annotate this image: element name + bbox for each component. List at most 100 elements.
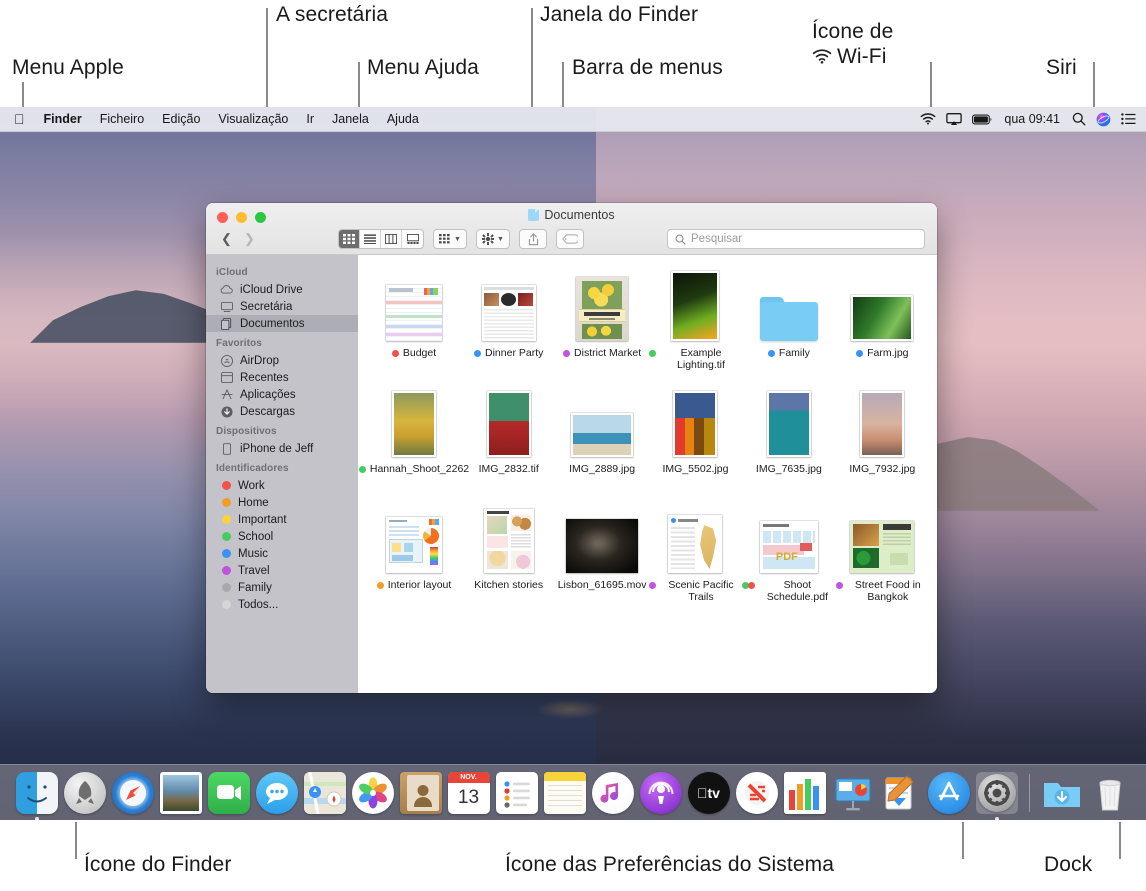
sidebar-tag-family[interactable]: Family xyxy=(206,579,358,596)
dock-item-reminders[interactable] xyxy=(496,772,538,814)
sidebar-tag-music[interactable]: Music xyxy=(206,545,358,562)
file-tag-dot xyxy=(563,350,570,357)
dock-item-trash[interactable] xyxy=(1089,772,1131,814)
file-item-scenic-pacific-trails[interactable]: Scenic Pacific Trails xyxy=(649,499,742,609)
menu-item-finder[interactable]: Finder xyxy=(35,107,91,132)
file-item-street-food-bangkok[interactable]: Street Food in Bangkok xyxy=(836,499,929,609)
finder-sidebar[interactable]: iCloud iCloud Drive Secretária xyxy=(206,255,358,693)
dock-item-appstore[interactable] xyxy=(928,772,970,814)
dock-item-facetime[interactable] xyxy=(208,772,250,814)
file-item-kitchen-stories[interactable]: Kitchen stories xyxy=(462,499,555,609)
menu-item-ir[interactable]: Ir xyxy=(297,107,323,132)
icon-view-icon[interactable] xyxy=(339,230,360,248)
menu-item-visualizacao[interactable]: Visualização xyxy=(209,107,297,132)
siri-icon[interactable] xyxy=(1096,112,1111,127)
file-name: Kitchen stories xyxy=(474,579,543,591)
tags-button[interactable] xyxy=(556,229,584,249)
sidebar-tag-travel[interactable]: Travel xyxy=(206,562,358,579)
apple-logo-icon[interactable]:  xyxy=(8,107,35,132)
file-item-farm-jpg[interactable]: Farm.jpg xyxy=(836,267,929,377)
file-item-img-5502[interactable]: IMG_5502.jpg xyxy=(649,383,742,493)
file-label: Scenic Pacific Trails xyxy=(649,579,742,603)
file-item-img-7635[interactable]: IMG_7635.jpg xyxy=(742,383,835,493)
dock-item-podcasts[interactable] xyxy=(640,772,682,814)
dock-item-news[interactable] xyxy=(736,772,778,814)
sidebar-item-aplicacoes[interactable]: Aplicações xyxy=(206,386,358,403)
file-item-lisbon-mov[interactable]: Lisbon_61695.mov xyxy=(555,499,648,609)
sidebar-item-airdrop[interactable]: AirDrop xyxy=(206,352,358,369)
sidebar-item-iphone-de-jeff[interactable]: iPhone de Jeff xyxy=(206,440,358,457)
dock-item-system-preferences[interactable] xyxy=(976,772,1018,814)
dock-item-maps[interactable] xyxy=(304,772,346,814)
dock[interactable]: NOV. 13 xyxy=(0,764,1146,820)
wifi-icon[interactable] xyxy=(920,113,936,125)
dock-item-finder[interactable] xyxy=(16,772,58,814)
leader-icone-preferencias xyxy=(962,822,964,859)
file-item-img-2889[interactable]: IMG_2889.jpg xyxy=(555,383,648,493)
forward-arrow-icon[interactable]: ❯ xyxy=(241,230,258,249)
menu-item-janela[interactable]: Janela xyxy=(323,107,378,132)
dock-item-safari[interactable] xyxy=(112,772,154,814)
file-item-interior-layout[interactable]: Interior layout xyxy=(366,499,462,609)
menu-item-edicao[interactable]: Edição xyxy=(153,107,209,132)
sidebar-item-documentos[interactable]: Documentos xyxy=(206,315,358,332)
file-item-img-2832[interactable]: IMG_2832.tif xyxy=(462,383,555,493)
dock-item-photos[interactable] xyxy=(352,772,394,814)
file-item-budget[interactable]: Budget xyxy=(366,267,462,377)
tag-color-dot xyxy=(222,498,231,507)
leader-dock xyxy=(1119,822,1121,859)
sidebar-tag-important[interactable]: Important xyxy=(206,511,358,528)
dock-item-music[interactable] xyxy=(592,772,634,814)
dock-item-launchpad[interactable] xyxy=(64,772,106,814)
dock-item-mail[interactable] xyxy=(160,772,202,814)
finder-titlebar[interactable]: Documentos ❮ ❯ xyxy=(206,203,937,255)
file-item-family-folder[interactable]: Family xyxy=(742,267,835,377)
view-mode-segmented-control[interactable] xyxy=(338,229,424,249)
file-item-district-market[interactable]: District Market xyxy=(555,267,648,377)
file-item-example-lighting[interactable]: Example Lighting.tif xyxy=(649,267,742,377)
sidebar-tag-home[interactable]: Home xyxy=(206,494,358,511)
share-button[interactable] xyxy=(519,229,547,249)
file-item-img-7932[interactable]: IMG_7932.jpg xyxy=(836,383,929,493)
file-tag-dot xyxy=(377,582,384,589)
keynote-icon xyxy=(832,772,874,814)
menu-bar-clock[interactable]: qua 09:41 xyxy=(1002,112,1062,126)
dock-item-calendar[interactable]: NOV. 13 xyxy=(448,772,490,814)
file-item-dinner-party[interactable]: Dinner Party xyxy=(462,267,555,377)
sidebar-tag-todos[interactable]: Todos... xyxy=(206,596,358,613)
sidebar-item-secretaria[interactable]: Secretária xyxy=(206,298,358,315)
dock-item-downloads[interactable] xyxy=(1041,772,1083,814)
back-arrow-icon[interactable]: ❮ xyxy=(218,230,235,249)
search-icon[interactable] xyxy=(1072,112,1086,126)
airplay-icon[interactable] xyxy=(946,113,962,126)
dock-item-contacts[interactable] xyxy=(400,772,442,814)
sidebar-tag-school[interactable]: School xyxy=(206,528,358,545)
finder-window[interactable]: Documentos ❮ ❯ xyxy=(206,203,937,693)
contacts-icon xyxy=(407,775,439,811)
sidebar-item-icloud-drive[interactable]: iCloud Drive xyxy=(206,281,358,298)
sidebar-item-descargas[interactable]: Descargas xyxy=(206,403,358,420)
battery-icon[interactable] xyxy=(972,114,992,125)
sidebar-tag-work[interactable]: Work xyxy=(206,477,358,494)
dock-item-numbers[interactable] xyxy=(784,772,826,814)
group-by-button[interactable]: ▼ xyxy=(433,229,467,249)
documents-folder-icon xyxy=(528,209,539,221)
action-menu-button[interactable]: ▼ xyxy=(476,229,510,249)
file-item-hannah-shoot[interactable]: Hannah_Shoot_2262 xyxy=(366,383,462,493)
finder-file-grid[interactable]: Budget xyxy=(358,255,937,693)
menu-item-ficheiro[interactable]: Ficheiro xyxy=(91,107,153,132)
control-center-icon[interactable] xyxy=(1121,113,1136,125)
gallery-view-icon[interactable] xyxy=(402,230,423,248)
dock-item-appletv[interactable]: tv xyxy=(688,772,730,814)
dock-item-notes[interactable] xyxy=(544,772,586,814)
search-input[interactable]: Pesquisar xyxy=(667,229,925,249)
sidebar-item-recentes[interactable]: Recentes xyxy=(206,369,358,386)
list-view-icon[interactable] xyxy=(360,230,381,248)
dock-item-messages[interactable] xyxy=(256,772,298,814)
menu-item-ajuda[interactable]: Ajuda xyxy=(378,107,428,132)
dock-item-keynote[interactable] xyxy=(832,772,874,814)
dock-item-pages[interactable] xyxy=(880,772,922,814)
sidebar-section-favoritos: Favoritos xyxy=(206,332,358,352)
column-view-icon[interactable] xyxy=(381,230,402,248)
file-item-shoot-schedule-pdf[interactable]: PDF Shoot Schedule.pdf xyxy=(742,499,835,609)
